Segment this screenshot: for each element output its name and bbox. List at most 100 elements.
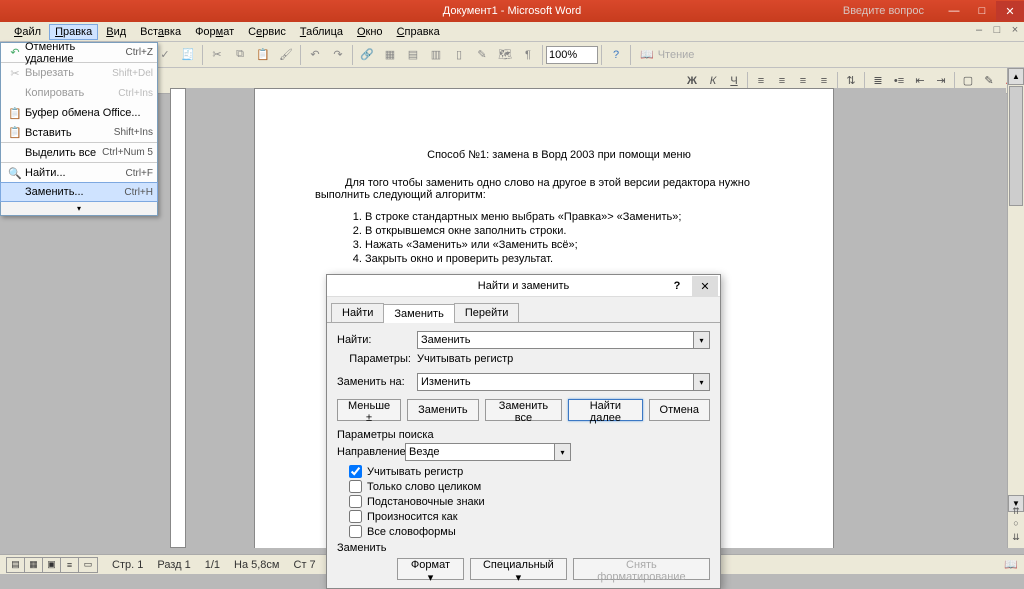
menu-select-all[interactable]: Выделить все Ctrl+Num 5 [1, 143, 157, 163]
cut-icon[interactable]: ✂ [206, 44, 228, 66]
view-normal-icon[interactable]: ▤ [7, 558, 25, 572]
title-bar: Документ1 - Microsoft Word Введите вопро… [0, 0, 1024, 22]
drawing-icon[interactable]: ✎ [471, 44, 493, 66]
reading-mode[interactable]: 📖 Чтение [634, 48, 700, 61]
menu-find[interactable]: 🔍 Найти... Ctrl+F [1, 163, 157, 183]
view-web-icon[interactable]: ▦ [25, 558, 43, 572]
cancel-button[interactable]: Отмена [649, 399, 710, 421]
menu-undo[interactable]: ↶ Отменить удаление Ctrl+Z [1, 43, 157, 63]
redo-icon[interactable]: ↷ [327, 44, 349, 66]
chk-wildcards[interactable] [349, 495, 362, 508]
view-reading-icon[interactable]: ▭ [79, 558, 97, 572]
paste-icon: 📋 [5, 126, 25, 139]
doc-minimize[interactable]: – [972, 24, 986, 36]
ask-box[interactable]: Введите вопрос [843, 5, 924, 17]
menu-bar: Файл Правка Вид Вставка Формат Сервис Та… [0, 22, 1024, 42]
doc-list: В строке стандартных меню выбрать «Правк… [365, 211, 803, 265]
undo-icon: ↶ [5, 46, 25, 59]
columns-icon[interactable]: ▯ [448, 44, 470, 66]
replace-section-label: Заменить [337, 542, 710, 554]
help-icon[interactable]: ? [605, 44, 627, 66]
chk-whole-word[interactable] [349, 480, 362, 493]
dialog-title-bar[interactable]: Найти и заменить ? ✕ [327, 275, 720, 297]
format-button[interactable]: Формат ▾ [397, 558, 464, 580]
doc-restore[interactable]: □ [990, 24, 1004, 36]
menu-help[interactable]: Справка [391, 24, 446, 40]
format-painter-icon[interactable]: 🖌 [275, 44, 297, 66]
menu-paste[interactable]: 📋 Вставить Shift+Ins [1, 123, 157, 143]
paste-icon[interactable]: 📋 [252, 44, 274, 66]
cut-icon: ✂ [5, 67, 25, 80]
excel-icon[interactable]: ▥ [425, 44, 447, 66]
vertical-scrollbar[interactable]: ▲ ▼ ⇈ ○ ⇊ [1007, 68, 1024, 548]
maximize-button[interactable]: □ [968, 1, 996, 21]
view-outline-icon[interactable]: ≡ [61, 558, 79, 572]
list-item: Нажать «Заменить» или «Заменить всё»; [365, 239, 803, 251]
browse-object-icon[interactable]: ○ [1008, 516, 1024, 530]
direction-arrow[interactable]: ▾ [555, 443, 571, 461]
zoom-combo[interactable] [546, 46, 598, 64]
status-book-icon[interactable]: 📖 [1004, 558, 1018, 571]
insert-table-icon[interactable]: ▤ [402, 44, 424, 66]
chk-sounds-like[interactable] [349, 510, 362, 523]
find-input[interactable] [417, 331, 694, 349]
copy-icon[interactable]: ⧉ [229, 44, 251, 66]
tab-replace[interactable]: Заменить [383, 304, 454, 323]
next-page-icon[interactable]: ⇊ [1008, 530, 1024, 544]
less-button[interactable]: Меньше ± [337, 399, 401, 421]
status-section: Разд 1 [157, 559, 190, 571]
search-params-label: Параметры поиска [337, 429, 710, 441]
dialog-help-button[interactable]: ? [664, 276, 690, 296]
chk-case[interactable] [349, 465, 362, 478]
undo-icon[interactable]: ↶ [304, 44, 326, 66]
menu-view[interactable]: Вид [100, 24, 132, 40]
view-print-icon[interactable]: ▣ [43, 558, 61, 572]
menu-file[interactable]: Файл [8, 24, 47, 40]
tab-find[interactable]: Найти [331, 303, 384, 322]
menu-edit[interactable]: Правка [49, 24, 98, 40]
replace-label: Заменить на: [337, 376, 417, 388]
menu-expand-icon[interactable]: ▾ [1, 201, 157, 215]
menu-cut: ✂ Вырезать Shift+Del [1, 63, 157, 83]
replace-input[interactable] [417, 373, 694, 391]
special-button[interactable]: Специальный ▾ [470, 558, 567, 580]
ruler-vertical[interactable] [170, 88, 186, 548]
menu-clipboard[interactable]: 📋 Буфер обмена Office... [1, 103, 157, 123]
find-label: Найти: [337, 334, 417, 346]
find-icon: 🔍 [5, 167, 25, 180]
find-dropdown-arrow[interactable]: ▾ [694, 331, 710, 349]
doc-close[interactable]: × [1008, 24, 1022, 36]
find-next-button[interactable]: Найти далее [568, 399, 642, 421]
menu-window[interactable]: Окно [351, 24, 389, 40]
doc-heading: Способ №1: замена в Ворд 2003 при помощи… [315, 149, 803, 161]
research-icon[interactable]: 🧾 [177, 44, 199, 66]
status-line: Ст 7 [294, 559, 316, 571]
dialog-tabs: Найти Заменить Перейти [327, 297, 720, 323]
scroll-thumb[interactable] [1009, 86, 1023, 206]
menu-replace[interactable]: Заменить... Ctrl+H [0, 182, 158, 202]
replace-all-button[interactable]: Заменить все [485, 399, 563, 421]
window-title: Документ1 - Microsoft Word [443, 5, 581, 17]
scroll-up-arrow[interactable]: ▲ [1008, 68, 1024, 85]
menu-service[interactable]: Сервис [242, 24, 292, 40]
replace-dropdown-arrow[interactable]: ▾ [694, 373, 710, 391]
tables-icon[interactable]: ▦ [379, 44, 401, 66]
direction-combo[interactable] [405, 443, 555, 461]
status-at: На 5,8см [234, 559, 279, 571]
dialog-close-button[interactable]: ✕ [692, 276, 718, 296]
show-hide-icon[interactable]: ¶ [517, 44, 539, 66]
window-close-button[interactable]: ✕ [996, 1, 1024, 21]
list-item: В открывшемся окне заполнить строки. [365, 225, 803, 237]
map-icon[interactable]: 🗺 [494, 44, 516, 66]
menu-insert[interactable]: Вставка [134, 24, 187, 40]
minimize-button[interactable]: — [940, 1, 968, 21]
menu-format[interactable]: Формат [189, 24, 240, 40]
tab-goto[interactable]: Перейти [454, 303, 520, 322]
list-item: В строке стандартных меню выбрать «Правк… [365, 211, 803, 223]
status-pages: 1/1 [205, 559, 220, 571]
chk-word-forms[interactable] [349, 525, 362, 538]
replace-button[interactable]: Заменить [407, 399, 478, 421]
hyperlink-icon[interactable]: 🔗 [356, 44, 378, 66]
menu-table[interactable]: Таблица [294, 24, 349, 40]
find-replace-dialog: Найти и заменить ? ✕ Найти Заменить Пере… [326, 274, 721, 589]
